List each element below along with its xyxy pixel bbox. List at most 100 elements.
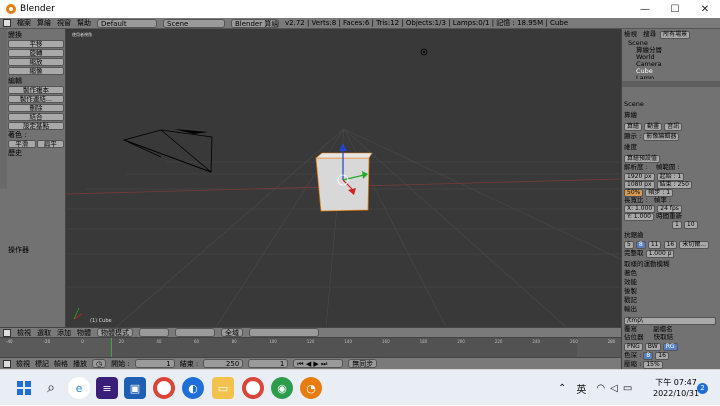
chrome-icon[interactable] [153,377,175,399]
editor-type-icon[interactable] [3,359,11,368]
menu-file[interactable]: 檔案 [17,18,31,28]
layer-buttons[interactable] [249,328,319,337]
file-extensions-checkbox[interactable]: 副檔名 [653,325,673,333]
outliner-item-lamp[interactable]: Lamp [636,74,654,79]
chrome-icon[interactable] [242,377,264,399]
outliner-view-menu[interactable]: 檢視 [624,30,637,38]
output-header[interactable]: 輸出 [624,305,637,313]
render-image-button[interactable]: 算繪 [624,123,643,131]
pivot-manipulator-buttons[interactable] [175,328,215,337]
output-path-field[interactable]: /tmp\ [624,317,716,325]
color-depth-8[interactable]: 8 [643,352,654,360]
sync-mode-select[interactable]: 無同步 [348,359,378,368]
join-button[interactable]: 結合 [8,113,64,121]
duplicate-button[interactable]: 製作複本 [8,86,64,94]
wifi-icon[interactable]: ◠ [596,383,605,394]
end-frame-input[interactable]: 250 [203,359,244,368]
anti-aliasing-header[interactable]: 抗鋸齒 [624,231,644,239]
current-frame-input[interactable]: 1 [248,359,289,368]
flat-button[interactable]: 扁平 [36,140,64,148]
maximize-button[interactable]: ☐ [660,0,690,18]
overwrite-checkbox[interactable]: 覆寫 [624,325,637,333]
duplicate-linked-button[interactable]: 製作連結... [8,95,64,103]
search-icon[interactable]: ⌕ [40,377,62,399]
menu-window[interactable]: 視窗 [57,18,71,28]
motion-blur-header[interactable]: 取樣的運動模糊 [624,260,670,268]
render-header[interactable]: 算繪 [624,111,637,119]
start-button[interactable] [13,377,35,399]
playback-controls[interactable]: ⏮ ◀ ▶ ⏭ [293,359,344,368]
scene-selector[interactable]: Scene [163,18,225,28]
transform-orientation-select[interactable]: 全域 [221,328,243,337]
engine-selector[interactable]: Blender 算繪 [231,18,279,28]
display-select[interactable]: 影像編輯器 [643,133,680,141]
set-origin-button[interactable]: 設定基點 [8,122,64,130]
tool-tabs[interactable] [0,29,7,189]
camera-object[interactable] [122,129,213,173]
rotate-button[interactable]: 旋轉 [8,49,64,57]
compression-slider[interactable]: 15% [643,361,663,369]
volume-icon[interactable]: ◁ [610,383,618,394]
object-menu[interactable]: 物體 [77,328,91,338]
network-app-icon[interactable]: ◉ [271,377,293,399]
mirror-button[interactable]: 縮像 [8,67,64,75]
app-icon[interactable]: ≡ [96,377,118,399]
file-explorer-icon[interactable]: ▭ [212,377,234,399]
outliner-display-mode[interactable]: 所有場景 [660,31,691,39]
render-audio-button[interactable]: 音訊 [664,123,683,131]
properties-tabs[interactable] [622,81,720,87]
aa-samples-11[interactable]: 11 [647,241,662,249]
3d-viewport[interactable]: 使用者視角 (1) Cube [66,29,621,327]
menu-help[interactable]: 幫助 [77,18,91,28]
clock[interactable]: 下午 07:47 2022/10/31 [653,377,699,399]
remap-old-field[interactable]: 1 [672,221,682,229]
stamp-header[interactable]: 戳記 [624,296,637,304]
blender-taskbar-icon[interactable]: ◔ [300,377,322,399]
editor-type-icon[interactable] [3,328,11,337]
aspect-y-field[interactable]: Y: 1.000 [624,213,654,221]
delete-button[interactable]: 刪除 [8,104,64,112]
transform-header[interactable]: 變換 [8,31,64,40]
file-format-select[interactable]: PNG [624,343,643,351]
render-preset-select[interactable]: 算繪預設值 [624,155,661,163]
cache-result-checkbox[interactable]: 快取結 [654,333,674,341]
battery-icon[interactable]: ▭ [623,383,632,394]
notification-badge[interactable]: 2 [697,383,708,394]
mode-select[interactable]: 物體模式 [97,328,133,337]
timeline-marker-menu[interactable]: 標記 [35,359,49,369]
operator-header[interactable]: 操作器 [8,246,64,255]
view-menu[interactable]: 檢視 [17,328,31,338]
edge-icon[interactable]: e [68,377,90,399]
aa-size-field[interactable]: 1.000 p [645,250,675,258]
timeline-playback-menu[interactable]: 播放 [73,359,87,369]
history-header[interactable]: 歷史 [8,149,64,158]
start-frame-input[interactable]: 1 [134,359,175,368]
timeline[interactable]: -40 -20 0 20 40 60 80 100 120 140 160 180 200 220 240 2… [0,337,621,358]
timeline-view-menu[interactable]: 檢視 [16,359,30,369]
full-sample-checkbox[interactable]: 完整取 [624,249,644,257]
scale-button[interactable]: 縮放 [8,58,64,66]
edit-header[interactable]: 編輯 [8,77,64,86]
add-menu[interactable]: 添加 [57,328,71,338]
post-processing-header[interactable]: 後製 [624,287,637,295]
color-mode-bw[interactable]: BW [644,343,661,351]
lamp-object[interactable] [420,48,428,56]
window-app-icon[interactable]: ▣ [124,377,146,399]
layout-selector[interactable]: Default [97,18,157,28]
placeholders-checkbox[interactable]: 佔位器 [624,333,644,341]
translate-button[interactable]: 平移 [8,40,64,48]
select-menu[interactable]: 選取 [37,328,51,338]
cube-object[interactable] [315,152,373,212]
browser-icon[interactable]: ◐ [182,377,204,399]
smooth-button[interactable]: 平滑 [8,140,36,148]
menu-render[interactable]: 算繪 [37,18,51,28]
close-button[interactable]: ✕ [690,0,720,18]
color-mode-rgb[interactable]: RG [662,343,678,351]
input-language[interactable]: 英 [576,381,586,396]
aa-samples-8[interactable]: 8 [635,241,646,249]
aa-filter-select[interactable]: 米切爾... [679,241,709,249]
preview-range-toggle[interactable]: ◷ [92,359,107,368]
dimensions-header[interactable]: 維度 [624,143,637,151]
color-depth-16[interactable]: 16 [655,352,669,360]
editor-type-icon[interactable] [3,19,11,27]
